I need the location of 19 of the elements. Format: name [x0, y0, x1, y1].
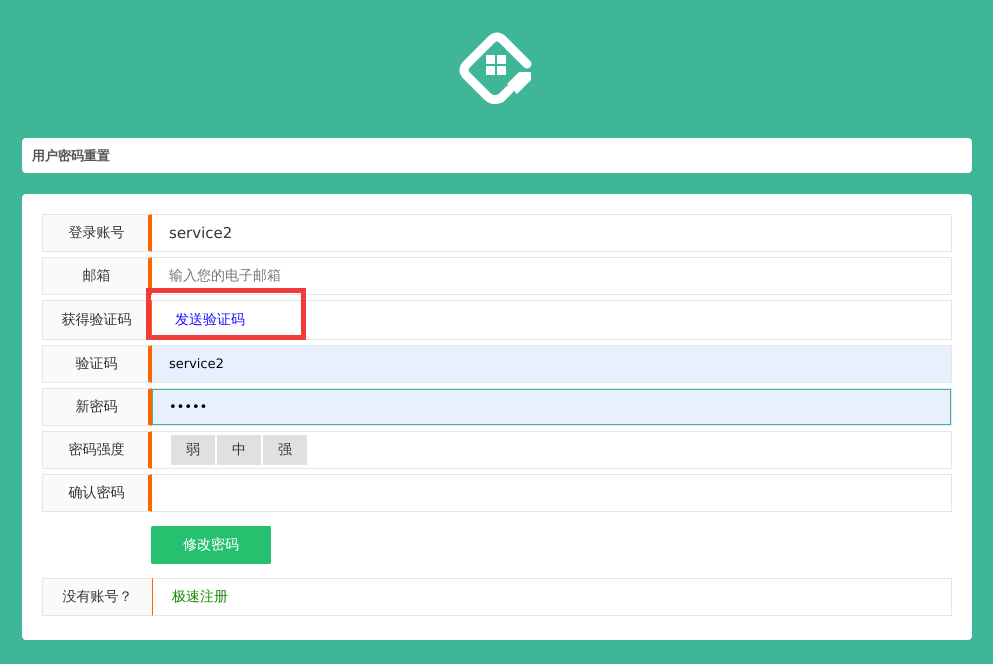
input-field[interactable]: service2	[152, 214, 952, 252]
input-field[interactable]	[152, 474, 952, 512]
field-label: 验证码	[42, 345, 152, 383]
email-field[interactable]: 输入您的电子邮箱	[152, 257, 952, 295]
field-label: 新密码	[42, 388, 152, 426]
strength-segment: 强	[263, 435, 307, 465]
input-field[interactable]: service2	[152, 345, 952, 383]
register-link[interactable]: 极速注册	[172, 588, 228, 606]
field-label: 登录账号	[42, 214, 152, 252]
page-title: 用户密码重置	[32, 148, 110, 164]
field-label: 没有账号？	[42, 578, 153, 616]
strength-segment: 弱	[171, 435, 215, 465]
field-label: 获得验证码	[42, 300, 152, 340]
strength-segment: 中	[217, 435, 261, 465]
field-label: 密码强度	[42, 431, 152, 469]
field-label: 确认密码	[42, 474, 152, 512]
send-code-link[interactable]: 发送验证码	[171, 311, 245, 329]
input-field[interactable]: •••••	[152, 388, 952, 426]
field-label: 邮箱	[42, 257, 152, 295]
